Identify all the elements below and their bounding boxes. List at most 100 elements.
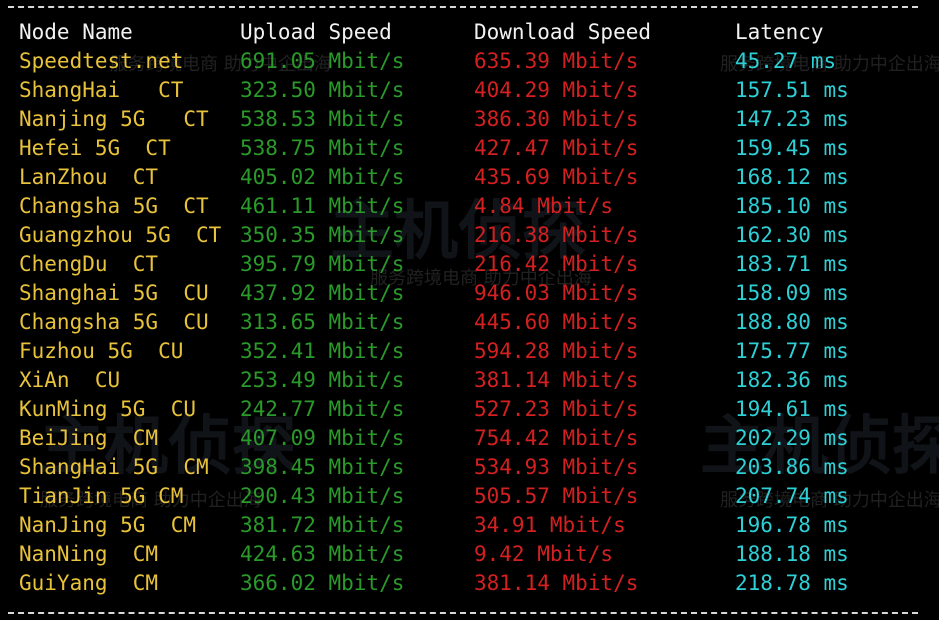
upload-speed: 538.53 Mbit/s [240, 107, 405, 131]
header-node-name: Node Name [19, 20, 133, 44]
latency-value: 158.09 ms [735, 281, 849, 305]
node-name: BeiJing CM [19, 426, 159, 450]
node-name: NanNing CM [19, 542, 159, 566]
upload-speed: 405.02 Mbit/s [240, 165, 405, 189]
table-row: NanNing CM 424.63 Mbit/s 9.42 Mbit/s 188.18… [0, 540, 939, 569]
download-speed: 381.14 Mbit/s [474, 368, 639, 392]
table-row: Hefei 5G CT 538.75 Mbit/s 427.47 Mbit/s 159… [0, 134, 939, 163]
download-speed: 381.14 Mbit/s [474, 571, 639, 595]
download-speed: 427.47 Mbit/s [474, 136, 639, 160]
download-speed: 435.69 Mbit/s [474, 165, 639, 189]
latency-value: 203.86 ms [735, 455, 849, 479]
download-speed: 4.84 Mbit/s [474, 194, 614, 218]
download-speed: 505.57 Mbit/s [474, 484, 639, 508]
node-name: GuiYang CM [19, 571, 159, 595]
download-speed: 527.23 Mbit/s [474, 397, 639, 421]
upload-speed: 366.02 Mbit/s [240, 571, 405, 595]
node-name: Shanghai 5G CU [19, 281, 209, 305]
table-row: Fuzhou 5G CU 352.41 Mbit/s 594.28 Mbit/s 17… [0, 337, 939, 366]
latency-value: 188.80 ms [735, 310, 849, 334]
table-row: XiAn CU 253.49 Mbit/s 381.14 Mbit/s 182.36 … [0, 366, 939, 395]
upload-speed: 461.11 Mbit/s [240, 194, 405, 218]
latency-value: 202.29 ms [735, 426, 849, 450]
header-upload-speed: Upload Speed [240, 20, 392, 44]
download-speed: 216.42 Mbit/s [474, 252, 639, 276]
node-name: ShangHai CT [19, 78, 184, 102]
table-header: Node Name Upload Speed Download Speed La… [0, 18, 939, 47]
latency-value: 147.23 ms [735, 107, 849, 131]
table-row: Changsha 5G CU 313.65 Mbit/s 445.60 Mbit/s… [0, 308, 939, 337]
table-row: TianJin 5G CM 290.43 Mbit/s 505.57 Mbit/s 2… [0, 482, 939, 511]
table-row: BeiJing CM 407.09 Mbit/s 754.42 Mbit/s 202.… [0, 424, 939, 453]
download-speed: 445.60 Mbit/s [474, 310, 639, 334]
table-row: KunMing 5G CU 242.77 Mbit/s 527.23 Mbit/s 1… [0, 395, 939, 424]
table-row: ShangHai CT 323.50 Mbit/s 404.29 Mbit/s 157… [0, 76, 939, 105]
table-row: ChengDu CT 395.79 Mbit/s 216.42 Mbit/s 183.… [0, 250, 939, 279]
latency-value: 196.78 ms [735, 513, 849, 537]
node-name: Changsha 5G CT [19, 194, 209, 218]
node-name: Speedtest.net [19, 49, 184, 73]
latency-value: 183.71 ms [735, 252, 849, 276]
upload-speed: 407.09 Mbit/s [240, 426, 405, 450]
node-name: ChengDu CT [19, 252, 159, 276]
bottom-separator [8, 612, 918, 614]
table-row: ShangHai 5G CM 398.45 Mbit/s 534.93 Mbit/s… [0, 453, 939, 482]
header-download-speed: Download Speed [474, 20, 652, 44]
table-row: NanJing 5G CM 381.72 Mbit/s 34.91 Mbit/s 19… [0, 511, 939, 540]
node-name: NanJing 5G CM [19, 513, 197, 537]
node-name: Fuzhou 5G CU [19, 339, 184, 363]
upload-speed: 323.50 Mbit/s [240, 78, 405, 102]
latency-value: 159.45 ms [735, 136, 849, 160]
table-row: Changsha 5G CT 461.11 Mbit/s 4.84 Mbit/s 18… [0, 192, 939, 221]
node-name: KunMing 5G CU [19, 397, 197, 421]
download-speed: 404.29 Mbit/s [474, 78, 639, 102]
download-speed: 754.42 Mbit/s [474, 426, 639, 450]
upload-speed: 313.65 Mbit/s [240, 310, 405, 334]
upload-speed: 352.41 Mbit/s [240, 339, 405, 363]
top-separator [8, 6, 918, 8]
latency-value: 218.78 ms [735, 571, 849, 595]
download-speed: 635.39 Mbit/s [474, 49, 639, 73]
download-speed: 216.38 Mbit/s [474, 223, 639, 247]
latency-value: 157.51 ms [735, 78, 849, 102]
upload-speed: 437.92 Mbit/s [240, 281, 405, 305]
node-name: XiAn CU [19, 368, 121, 392]
latency-value: 188.18 ms [735, 542, 849, 566]
upload-speed: 398.45 Mbit/s [240, 455, 405, 479]
node-name: Guangzhou 5G CT [19, 223, 222, 247]
table-row: GuiYang CM 366.02 Mbit/s 381.14 Mbit/s 218.… [0, 569, 939, 598]
table-row: Guangzhou 5G CT 350.35 Mbit/s 216.38 Mbit/… [0, 221, 939, 250]
table-row: LanZhou CT 405.02 Mbit/s 435.69 Mbit/s 168.… [0, 163, 939, 192]
latency-value: 182.36 ms [735, 368, 849, 392]
upload-speed: 381.72 Mbit/s [240, 513, 405, 537]
table-row: Speedtest.net 691.05 Mbit/s 635.39 Mbit/s 4… [0, 47, 939, 76]
download-speed: 594.28 Mbit/s [474, 339, 639, 363]
latency-value: 207.74 ms [735, 484, 849, 508]
node-name: TianJin 5G CM [19, 484, 184, 508]
latency-value: 168.12 ms [735, 165, 849, 189]
node-name: LanZhou CT [19, 165, 159, 189]
upload-speed: 290.43 Mbit/s [240, 484, 405, 508]
upload-speed: 253.49 Mbit/s [240, 368, 405, 392]
latency-value: 162.30 ms [735, 223, 849, 247]
download-speed: 34.91 Mbit/s [474, 513, 626, 537]
node-name: Changsha 5G CU [19, 310, 209, 334]
latency-value: 185.10 ms [735, 194, 849, 218]
upload-speed: 350.35 Mbit/s [240, 223, 405, 247]
latency-value: 45.27 ms [735, 49, 837, 73]
download-speed: 534.93 Mbit/s [474, 455, 639, 479]
upload-speed: 691.05 Mbit/s [240, 49, 405, 73]
table-row: Nanjing 5G CT 538.53 Mbit/s 386.30 Mbit/s 1… [0, 105, 939, 134]
download-speed: 9.42 Mbit/s [474, 542, 614, 566]
node-name: Hefei 5G CT [19, 136, 171, 160]
latency-value: 194.61 ms [735, 397, 849, 421]
upload-speed: 395.79 Mbit/s [240, 252, 405, 276]
table-row: Shanghai 5G CU 437.92 Mbit/s 946.03 Mbit/s… [0, 279, 939, 308]
latency-value: 175.77 ms [735, 339, 849, 363]
download-speed: 386.30 Mbit/s [474, 107, 639, 131]
upload-speed: 242.77 Mbit/s [240, 397, 405, 421]
node-name: Nanjing 5G CT [19, 107, 209, 131]
upload-speed: 538.75 Mbit/s [240, 136, 405, 160]
download-speed: 946.03 Mbit/s [474, 281, 639, 305]
node-name: ShangHai 5G CM [19, 455, 209, 479]
